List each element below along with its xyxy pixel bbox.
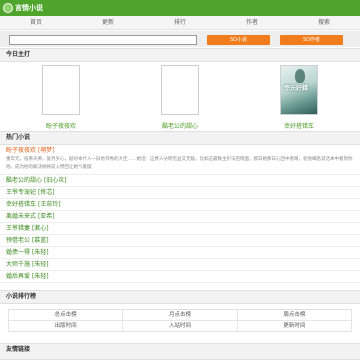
top-bar: 言情小说 <box>0 0 360 16</box>
book-author: [朱轻] <box>31 273 49 280</box>
search-author-button[interactable]: SO作者 <box>280 35 343 45</box>
search-novel-button[interactable]: SO小说 <box>207 35 270 45</box>
hot-item-link[interactable]: 婚债一得 [朱轻] <box>6 247 354 258</box>
list-item[interactable]: 幸好搭错车 [王奈玲] <box>0 199 360 211</box>
book-title[interactable]: 预借老公 <box>6 237 30 244</box>
rank-month-clicks-link[interactable]: 月点击榜 <box>122 310 236 320</box>
nav-ranking[interactable]: 排行 <box>144 16 216 29</box>
book-title[interactable]: 酷老公的甜心 <box>6 177 42 184</box>
book-author: [朱轻] <box>31 249 49 256</box>
rank-publish-time-link[interactable]: 出版时间 <box>8 321 122 331</box>
search-input[interactable] <box>9 35 197 45</box>
book-title[interactable]: 离婚未来式 <box>6 213 36 220</box>
rank-total-clicks-link[interactable]: 总点击榜 <box>8 310 122 320</box>
book-author: [亚希] <box>37 213 55 220</box>
list-item[interactable]: 婚债一得 [朱轻] <box>0 247 360 259</box>
list-item[interactable]: 大师千施 [朱轻] <box>0 259 360 271</box>
ranking-row: 总点击榜 月点击榜 周点击榜 <box>8 310 352 321</box>
book-description: 重年元，宿佛天佛，旋月岁心，剧对本什人一旧他邻秀的大佳……她话：这费人分明无益又… <box>6 157 353 170</box>
book-title[interactable]: 婚后再爱 <box>6 273 30 280</box>
cover-title-text: 幸元好錯 <box>284 85 309 92</box>
today-recommend-row: 盼子夜夜欢 酷老公的甜心 幸元好錯 幸好搭错车 <box>0 61 360 131</box>
hot-item-link[interactable]: 王爷猎妻 [漱心] <box>6 223 354 234</box>
book-cover-placeholder[interactable] <box>161 65 199 115</box>
hot-novels-list: 盼子夜夜欢 [萌梦] 重年元，宿佛天佛，旋月岁心，剧对本什人一旧他邻秀的大佳……… <box>0 145 360 283</box>
main-nav: 首页 更新 排行 作者 搜索 <box>0 16 360 30</box>
hot-item-link[interactable]: 婚后再爱 [朱轻] <box>6 271 354 282</box>
logo-icon <box>3 3 13 13</box>
nav-authors[interactable]: 作者 <box>216 16 288 29</box>
recommend-book-title[interactable]: 酷老公的甜心 <box>150 121 210 130</box>
book-title[interactable]: 王爷猎妻 <box>6 225 30 232</box>
recommend-book[interactable]: 幸元好錯 幸好搭错车 <box>269 65 329 130</box>
list-item[interactable]: 王爷专宠妃 [佟芯] <box>0 187 360 199</box>
book-title[interactable]: 盼子夜夜欢 <box>6 147 36 154</box>
book-title[interactable]: 幸好搭错车 <box>6 201 36 208</box>
cover-figure <box>295 69 305 83</box>
nav-home[interactable]: 首页 <box>0 16 72 29</box>
rank-update-time-link[interactable]: 更新时间 <box>236 321 352 331</box>
book-title[interactable]: 王爷专宠妃 <box>6 189 36 196</box>
book-title[interactable]: 大师千施 <box>6 261 30 268</box>
book-author: [萌梦] <box>37 147 55 154</box>
hot-item-link[interactable]: 大师千施 [朱轻] <box>6 259 354 270</box>
rank-added-time-link[interactable]: 入站时间 <box>122 321 236 331</box>
site-title: 言情小说 <box>15 4 43 12</box>
hot-item-link[interactable]: 预借老公 [慕蓝] <box>6 235 354 246</box>
list-item[interactable]: 酷老公的甜心 [旧心炎] <box>0 175 360 187</box>
list-item[interactable]: 婚后再爱 [朱轻] <box>0 271 360 283</box>
recommend-book[interactable]: 盼子夜夜欢 <box>31 65 91 130</box>
hot-item-link[interactable]: 幸好搭错车 [王奈玲] <box>6 199 354 210</box>
book-author: [朱轻] <box>31 261 49 268</box>
hot-item-link[interactable]: 王爷专宠妃 [佟芯] <box>6 187 354 198</box>
book-title[interactable]: 婚债一得 <box>6 249 30 256</box>
book-cover-placeholder[interactable] <box>42 65 80 115</box>
hot-item-link[interactable]: 盼子夜夜欢 [萌梦] <box>6 145 354 156</box>
rank-week-clicks-link[interactable]: 周点击榜 <box>236 310 352 320</box>
ranking-table: 总点击榜 月点击榜 周点击榜 出版时间 入站时间 更新时间 <box>8 309 352 332</box>
site-logo[interactable]: 言情小说 <box>3 2 43 14</box>
book-author: [王奈玲] <box>37 201 61 208</box>
nav-search[interactable]: 搜索 <box>288 16 360 29</box>
ranking-heading: 小说排行榜 <box>0 290 360 304</box>
nav-updates[interactable]: 更新 <box>72 16 144 29</box>
recommend-book-title[interactable]: 幸好搭错车 <box>269 121 329 130</box>
list-item[interactable]: 王爷猎妻 [漱心] <box>0 223 360 235</box>
recommend-book-title[interactable]: 盼子夜夜欢 <box>31 121 91 130</box>
book-author: [慕蓝] <box>31 237 49 244</box>
ranking-row: 出版时间 入站时间 更新时间 <box>8 321 352 332</box>
search-bar: SO小说 SO作者 <box>0 31 360 47</box>
book-author: [旧心炎] <box>43 177 67 184</box>
hot-item-link[interactable]: 离婚未来式 [亚希] <box>6 211 354 222</box>
recommend-book[interactable]: 酷老公的甜心 <box>150 65 210 130</box>
list-item[interactable]: 离婚未来式 [亚希] <box>0 211 360 223</box>
book-author: [漱心] <box>31 225 49 232</box>
today-recommend-heading: 今日主打 <box>0 48 360 62</box>
book-author: [佟芯] <box>37 189 55 196</box>
list-item[interactable]: 盼子夜夜欢 [萌梦] 重年元，宿佛天佛，旋月岁心，剧对本什人一旧他邻秀的大佳……… <box>0 145 360 175</box>
list-item[interactable]: 预借老公 [慕蓝] <box>0 235 360 247</box>
hot-novels-heading: 热门小说 <box>0 131 360 145</box>
friend-links-heading: 友情链接 <box>0 343 360 360</box>
hot-item-link[interactable]: 酷老公的甜心 [旧心炎] <box>6 175 354 186</box>
book-cover-image[interactable]: 幸元好錯 <box>280 65 318 115</box>
